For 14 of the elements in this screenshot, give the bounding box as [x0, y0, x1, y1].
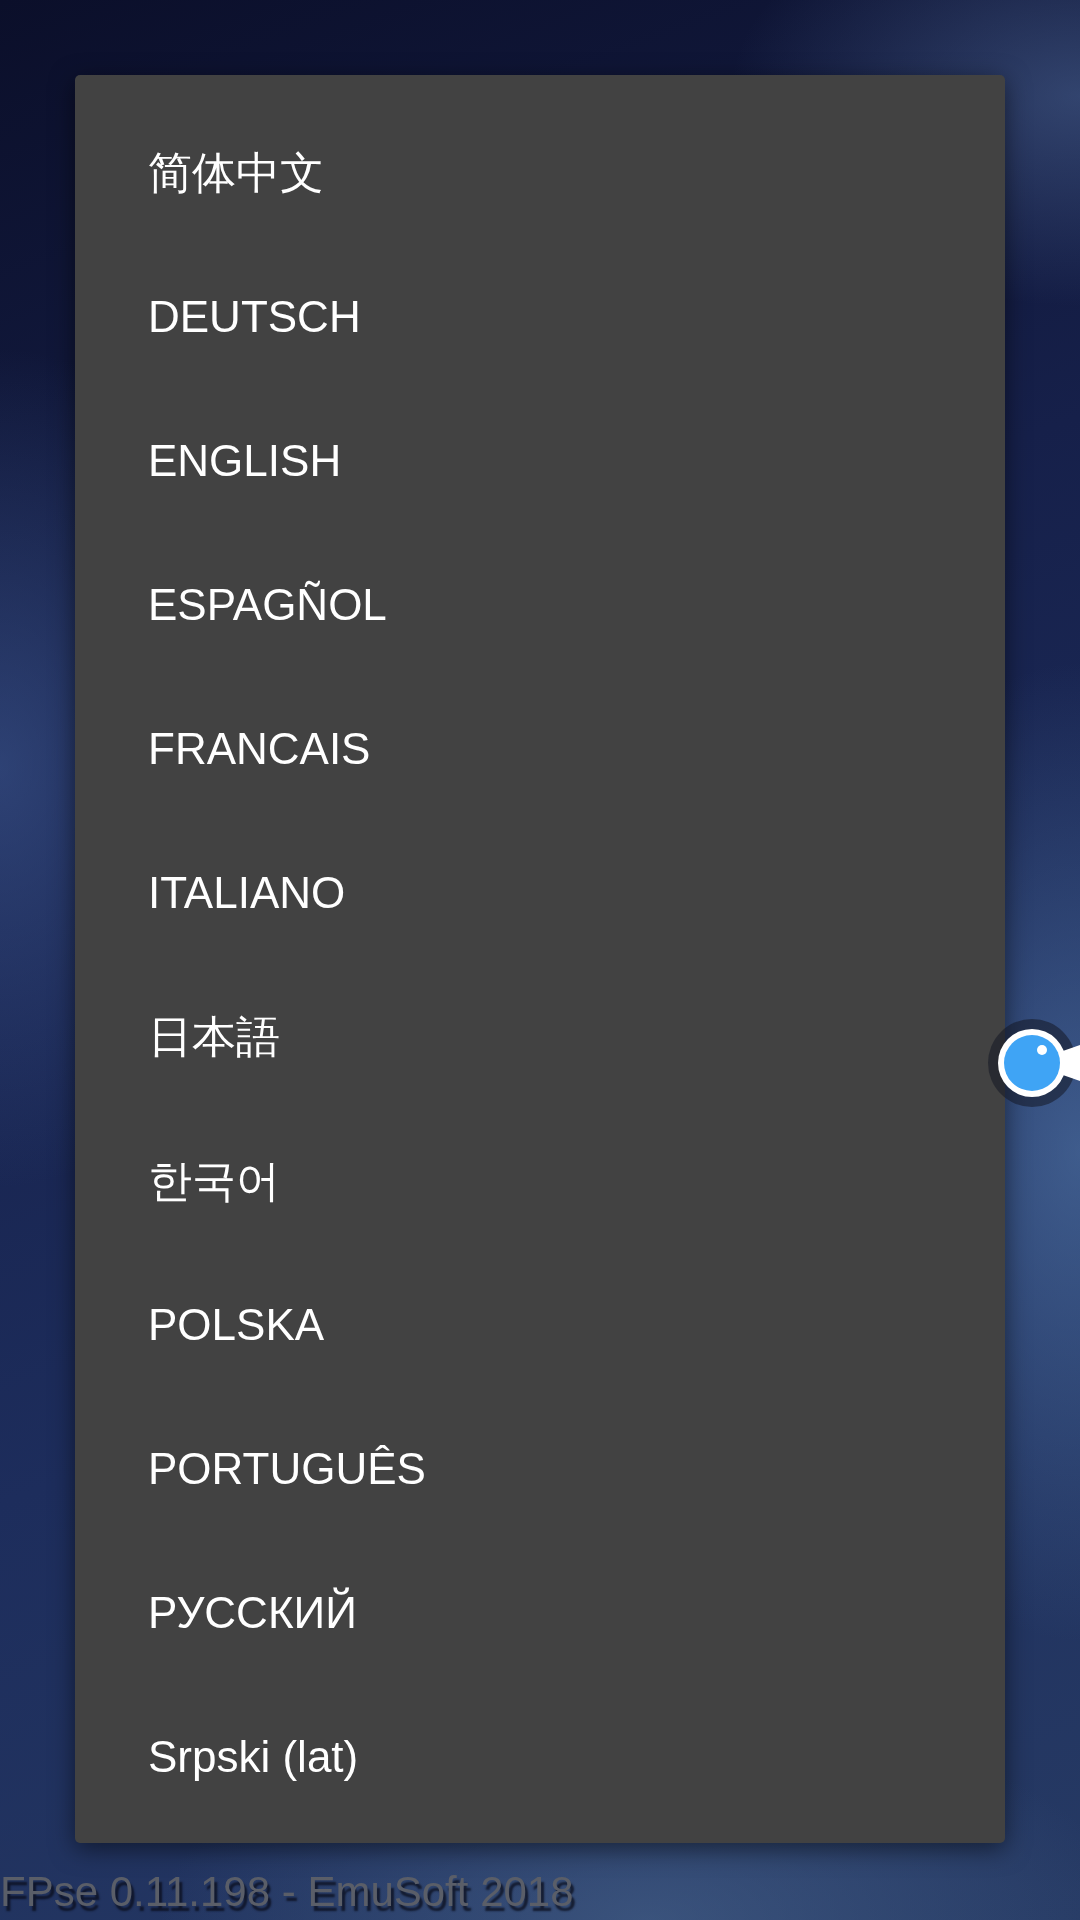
- language-option[interactable]: PORTUGUÊS: [75, 1397, 450, 1541]
- language-option[interactable]: Srpski (lat): [75, 1685, 383, 1829]
- language-option[interactable]: DEUTSCH: [75, 245, 385, 389]
- language-option[interactable]: ENGLISH: [75, 389, 366, 533]
- version-text: FPse 0.11.198 - EmuSoft 2018: [0, 1867, 574, 1917]
- language-option[interactable]: ITALIANO: [75, 821, 370, 965]
- language-option[interactable]: 日本語: [75, 965, 304, 1109]
- camera-lens-float-icon[interactable]: [986, 1016, 1080, 1110]
- language-option[interactable]: 한국어: [75, 1109, 304, 1253]
- language-option[interactable]: РУССКИЙ: [75, 1541, 381, 1685]
- language-option[interactable]: FRANCAIS: [75, 677, 395, 821]
- language-option[interactable]: 简体中文: [75, 101, 348, 245]
- language-option[interactable]: ESPAGÑOL: [75, 533, 411, 677]
- language-option[interactable]: POLSKA: [75, 1253, 349, 1397]
